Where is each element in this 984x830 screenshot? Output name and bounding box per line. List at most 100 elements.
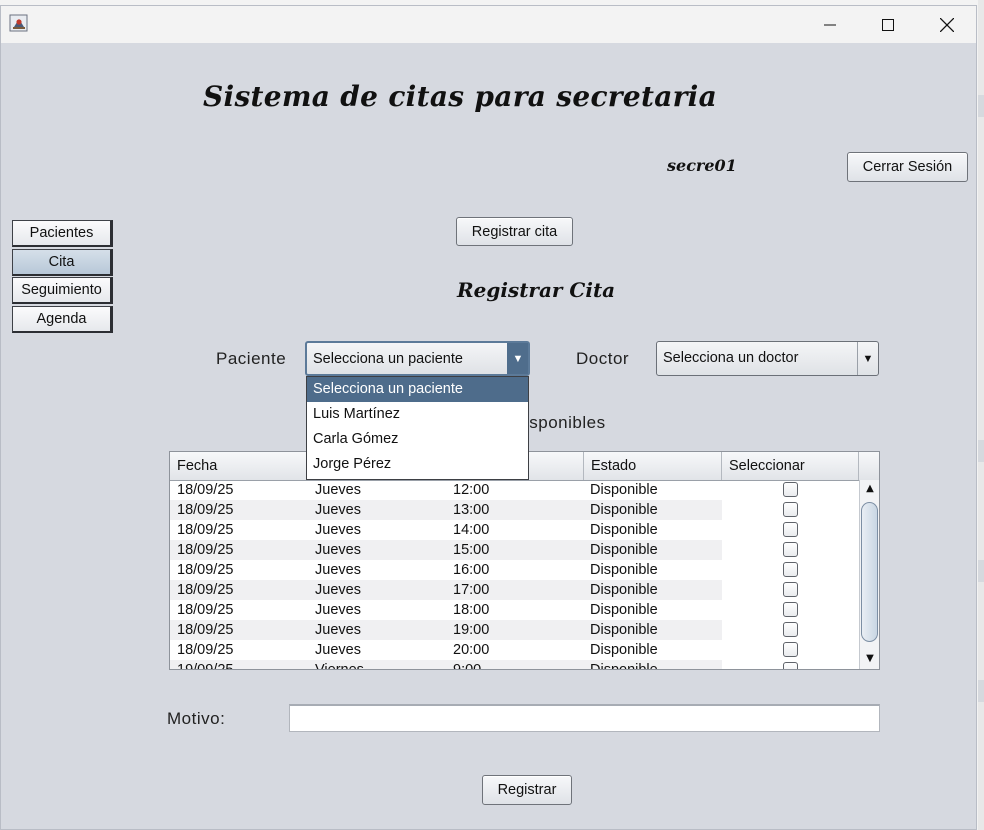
cell-estado: Disponible xyxy=(590,582,658,598)
column-header-estado[interactable]: Estado xyxy=(584,452,722,480)
cell-fecha: 18/09/25 xyxy=(177,582,234,598)
close-icon xyxy=(940,17,954,32)
registrar-button[interactable]: Registrar xyxy=(482,775,572,805)
logout-button[interactable]: Cerrar Sesión xyxy=(847,152,968,182)
cell-fecha: 18/09/25 xyxy=(177,602,234,618)
maximize-button[interactable] xyxy=(859,6,917,43)
select-checkbox[interactable] xyxy=(783,642,798,657)
cell-dia: Jueves xyxy=(315,602,361,618)
select-checkbox[interactable] xyxy=(783,622,798,637)
cell-dia: Jueves xyxy=(315,622,361,638)
select-checkbox[interactable] xyxy=(783,602,798,617)
table-row[interactable]: 18/09/25 Jueves 17:00 Disponible xyxy=(170,580,859,600)
motivo-input[interactable] xyxy=(289,704,880,732)
app-window: Sistema de citas para secretaria secre01… xyxy=(0,5,977,830)
select-checkbox[interactable] xyxy=(783,482,798,497)
select-checkbox[interactable] xyxy=(783,542,798,557)
cell-fecha: 18/09/25 xyxy=(177,482,234,498)
cell-dia: Jueves xyxy=(315,502,361,518)
cell-estado: Disponible xyxy=(590,522,658,538)
patient-option[interactable]: Jorge Pérez xyxy=(307,452,528,477)
patient-combo[interactable]: Selecciona un paciente ▼ xyxy=(305,341,530,376)
table-row[interactable]: 18/09/25 Jueves 12:00 Disponible xyxy=(170,480,859,500)
cell-estado: Disponible xyxy=(590,602,658,618)
patient-option[interactable]: Carla Gómez xyxy=(307,427,528,452)
scrollbar-thumb[interactable] xyxy=(861,502,878,642)
cell-fecha: 18/09/25 xyxy=(177,542,234,558)
register-cita-tab-button[interactable]: Registrar cita xyxy=(456,217,573,246)
cell-dia: Jueves xyxy=(315,642,361,658)
cell-fecha: 18/09/25 xyxy=(177,562,234,578)
cell-hora: 12:00 xyxy=(453,482,490,498)
cell-dia: Jueves xyxy=(315,562,361,578)
cell-hora: 9:00 xyxy=(453,662,482,670)
sidebar-item-cita[interactable]: Cita xyxy=(12,249,113,276)
cell-hora: 13:00 xyxy=(453,502,490,518)
java-app-icon xyxy=(9,14,28,32)
select-checkbox[interactable] xyxy=(783,582,798,597)
sidebar-item-agenda[interactable]: Agenda xyxy=(12,306,113,333)
cell-dia: Jueves xyxy=(315,582,361,598)
available-slots-label: isponibles xyxy=(525,413,606,432)
slots-table: Fecha Estado Seleccionar 18/09/25 Jueves 1… xyxy=(169,451,880,670)
minimize-button[interactable] xyxy=(801,6,859,43)
background-app-strip xyxy=(978,0,984,830)
scroll-down-icon[interactable]: ▼ xyxy=(860,650,879,668)
dropdown-arrow-icon: ▼ xyxy=(507,343,528,374)
patient-label: Paciente xyxy=(216,349,287,368)
sidebar-item-seguimiento[interactable]: Seguimiento xyxy=(12,277,113,304)
cell-hora: 19:00 xyxy=(453,622,490,638)
title-bar xyxy=(1,6,976,43)
background-app-mark xyxy=(978,95,984,117)
table-row[interactable]: 18/09/25 Jueves 13:00 Disponible xyxy=(170,500,859,520)
minimize-icon xyxy=(824,24,836,25)
doctor-combo[interactable]: Selecciona un doctor ▼ xyxy=(656,341,879,376)
column-header-seleccionar[interactable]: Seleccionar xyxy=(722,452,859,480)
cell-estado: Disponible xyxy=(590,642,658,658)
table-row[interactable]: 18/09/25 Jueves 19:00 Disponible xyxy=(170,620,859,640)
background-app-mark xyxy=(978,440,984,462)
cell-fecha: 18/09/25 xyxy=(177,622,234,638)
column-header-fecha[interactable]: Fecha xyxy=(170,452,308,480)
select-checkbox[interactable] xyxy=(783,522,798,537)
scroll-up-icon[interactable]: ▲ xyxy=(860,480,879,498)
cell-hora: 15:00 xyxy=(453,542,490,558)
cell-dia: Jueves xyxy=(315,482,361,498)
select-checkbox[interactable] xyxy=(783,562,798,577)
table-row[interactable]: 18/09/25 Jueves 20:00 Disponible xyxy=(170,640,859,660)
cell-dia: Jueves xyxy=(315,522,361,538)
patient-combo-value: Selecciona un paciente xyxy=(313,351,463,367)
dropdown-arrow-icon: ▼ xyxy=(857,342,878,375)
patient-dropdown-list: Selecciona un paciente Luis Martínez Car… xyxy=(306,376,529,480)
cell-fecha: 18/09/25 xyxy=(177,642,234,658)
table-row[interactable]: 19/09/25 Viernes 9:00 Disponible xyxy=(170,660,859,670)
cell-fecha: 18/09/25 xyxy=(177,522,234,538)
cell-estado: Disponible xyxy=(590,662,658,670)
close-button[interactable] xyxy=(918,6,976,43)
page-title: Sistema de citas para secretaria xyxy=(203,80,718,113)
table-row[interactable]: 18/09/25 Jueves 14:00 Disponible xyxy=(170,520,859,540)
cell-estado: Disponible xyxy=(590,562,658,578)
table-row[interactable]: 18/09/25 Jueves 16:00 Disponible xyxy=(170,560,859,580)
sidebar-item-pacientes[interactable]: Pacientes xyxy=(12,220,113,247)
cell-estado: Disponible xyxy=(590,502,658,518)
doctor-combo-value: Selecciona un doctor xyxy=(663,350,799,366)
table-row[interactable]: 18/09/25 Jueves 15:00 Disponible xyxy=(170,540,859,560)
cell-hora: 18:00 xyxy=(453,602,490,618)
table-row[interactable]: 18/09/25 Jueves 18:00 Disponible xyxy=(170,600,859,620)
doctor-label: Doctor xyxy=(576,349,630,368)
cell-estado: Disponible xyxy=(590,542,658,558)
background-app-mark xyxy=(978,680,984,702)
cell-dia: Jueves xyxy=(315,542,361,558)
table-scrollbar[interactable]: ▲ ▼ xyxy=(859,480,879,669)
patient-option[interactable]: Luis Martínez xyxy=(307,402,528,427)
cell-estado: Disponible xyxy=(590,482,658,498)
cell-hora: 16:00 xyxy=(453,562,490,578)
cell-hora: 14:00 xyxy=(453,522,490,538)
select-checkbox[interactable] xyxy=(783,662,798,669)
patient-option[interactable]: Selecciona un paciente xyxy=(307,377,528,402)
column-header-corner xyxy=(859,452,879,480)
cell-dia: Viernes xyxy=(315,662,364,670)
maximize-icon xyxy=(882,18,894,31)
select-checkbox[interactable] xyxy=(783,502,798,517)
